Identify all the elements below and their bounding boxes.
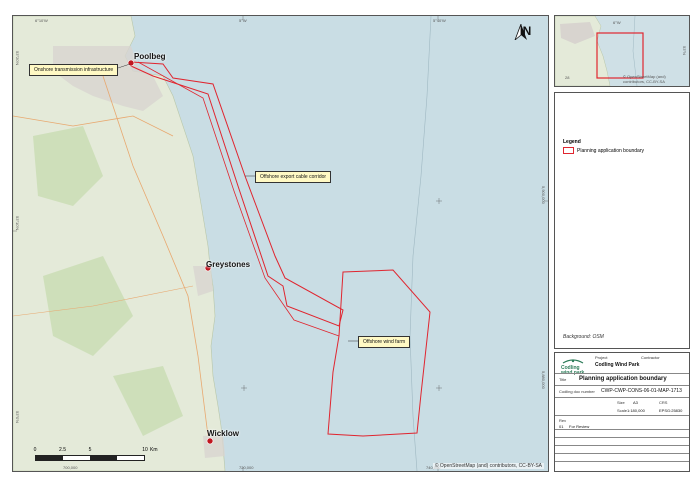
size-value: A3 [633, 400, 638, 405]
top-coord: 6°10'W [35, 18, 48, 23]
table-row-line [555, 445, 689, 446]
legend-panel: Legend Planning application boundary Bac… [554, 92, 690, 349]
main-map[interactable]: 6°10'W 5°W 5°40'W 53°20'N 53°10'N 53°0'N… [12, 15, 549, 472]
legend-item: Planning application boundary [563, 147, 644, 154]
table-row-line [555, 461, 689, 462]
scale-segment [90, 456, 117, 460]
inset-tick-label: 28 [565, 75, 570, 80]
scale-label: Scale [617, 408, 628, 413]
inset-map[interactable]: 6°W 53°N 28 © OpenStreetMap (and) contri… [554, 15, 690, 87]
map-canvas [13, 16, 548, 471]
place-label-wicklow: Wicklow [207, 429, 239, 438]
drawing-label: Codling doc number [559, 389, 595, 394]
inset-lat-label: 53°N [682, 46, 687, 55]
bottom-coord: 700,000 [63, 465, 78, 470]
callout-export-cable: Offshore export cable corridor [255, 171, 332, 183]
title-label: Title [559, 377, 567, 382]
drawing-divider [555, 385, 689, 386]
inset-lon-label: 6°W [613, 20, 621, 25]
table-row-line [555, 437, 689, 438]
project-value: Codling Wind Park [595, 362, 640, 368]
crs-label: CRS [659, 400, 668, 405]
scale-segment [63, 456, 90, 460]
table-row-line [555, 453, 689, 454]
legend-swatch-boundary [563, 147, 574, 154]
scale-tick-label: 5 [88, 447, 92, 453]
scale-value: 1:180,000 [627, 408, 645, 413]
crs-value: EPSG:25830 [659, 408, 683, 413]
map-attribution: © OpenStreetMap (and) contributors, CC-B… [432, 463, 544, 469]
scale-segment [117, 456, 144, 460]
north-arrow-icon [514, 24, 527, 40]
table-row-line [555, 429, 689, 430]
legend-title: Legend [563, 139, 581, 145]
place-label-greystones: Greystones [206, 260, 251, 269]
size-label: Size [617, 400, 625, 405]
project-label: Project [595, 355, 608, 360]
left-coord: 53°10'N [15, 216, 20, 231]
map-sheet: 6°10'W 5°W 5°40'W 53°20'N 53°10'N 53°0'N… [0, 0, 700, 500]
inset-attribution: © OpenStreetMap (and) contributors, CC-B… [623, 74, 666, 84]
revision-divider [555, 415, 689, 416]
left-coord: 53°0'N [15, 411, 20, 423]
scale-bar: 0 2.5 5 10 Km [33, 447, 158, 461]
right-coord: 5,880,000 [541, 371, 546, 389]
callout-onshore: Onshore transmission infrastructure [29, 64, 119, 76]
contractor-label: Contractor [641, 355, 660, 360]
place-label-poolbeg: Poolbeg [134, 52, 166, 61]
scale-tick-label: 2.5 [59, 447, 66, 453]
top-coord: 5°W [239, 18, 247, 23]
scale-segment [36, 456, 63, 460]
top-coord: 5°40'W [433, 18, 446, 23]
right-coord: 5,900,000 [541, 186, 546, 204]
legend-item-label: Planning application boundary [577, 147, 644, 154]
bottom-coord: 720,000 [239, 465, 254, 470]
wicklow-marker [206, 437, 214, 445]
drawing-number: CWP-CWP-CONS-06-01-MAP-1713 [601, 388, 682, 394]
codling-logo: Codling wind park [561, 357, 585, 376]
north-arrow: N [514, 24, 540, 56]
callout-wind-farm: Offshore wind farm [358, 336, 411, 348]
map-title: Planning application boundary [579, 376, 667, 382]
left-coord: 53°20'N [15, 51, 20, 66]
logo-icon [562, 359, 584, 364]
rev-label: Rev [559, 418, 567, 423]
title-divider [555, 373, 689, 374]
scale-tick-label: 10 [142, 447, 148, 453]
meta-divider [555, 397, 689, 398]
background-note: Background: OSM [563, 334, 604, 340]
scale-tick-label: 0 [33, 447, 37, 453]
title-block: Codling wind park Project Codling Wind P… [554, 352, 690, 472]
scale-unit-label: Km [150, 447, 158, 453]
